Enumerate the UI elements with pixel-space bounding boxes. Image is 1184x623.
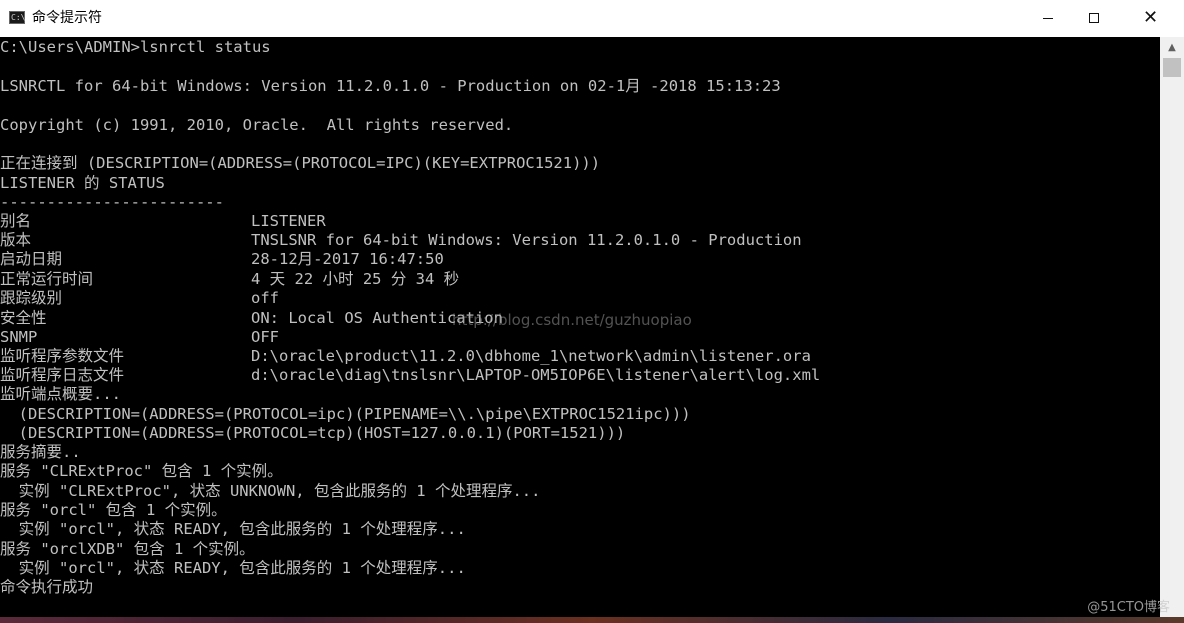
scroll-up-arrow-icon: ▲ — [1168, 41, 1176, 53]
console-line: 服务 "orcl" 包含 1 个实例。 — [0, 501, 227, 519]
console-line: 命令执行成功 — [0, 578, 94, 596]
minimize-button[interactable] — [1025, 0, 1071, 36]
status-label: 正常运行时间 — [0, 270, 94, 288]
blog-watermark: http://blog.csdn.net/guzhuopiao — [452, 311, 692, 329]
status-label: 别名 — [0, 212, 32, 230]
console-line: 实例 "orcl", 状态 READY, 包含此服务的 1 个处理程序... — [0, 559, 466, 577]
title-bar[interactable]: C:\ 命令提示符 ✕ — [0, 0, 1184, 38]
status-value: D:\oracle\product\11.2.0\dbhome_1\networ… — [251, 347, 811, 365]
minimize-icon — [1043, 17, 1053, 19]
status-label: 监听程序参数文件 — [0, 347, 125, 365]
console-line: C:\Users\ADMIN>lsnrctl status — [0, 38, 271, 56]
close-button[interactable]: ✕ — [1117, 0, 1184, 36]
scroll-thumb[interactable] — [1163, 58, 1181, 77]
status-value: OFF — [251, 328, 279, 346]
scroll-up-button[interactable]: ▲ — [1160, 37, 1184, 57]
vertical-scrollbar[interactable]: ▲ — [1160, 37, 1184, 617]
console-line: 实例 "CLRExtProc", 状态 UNKNOWN, 包含此服务的 1 个处… — [0, 482, 541, 500]
status-value: d:\oracle\diag\tnslsnr\LAPTOP-OM5IOP6E\l… — [251, 366, 821, 384]
console-output[interactable]: C:\Users\ADMIN>lsnrctl status LSNRCTL fo… — [0, 37, 1160, 617]
status-label: 启动日期 — [0, 250, 63, 268]
status-label: 安全性 — [0, 309, 47, 327]
status-value: LISTENER — [251, 212, 326, 230]
maximize-button[interactable] — [1071, 0, 1117, 36]
console-line: 实例 "orcl", 状态 READY, 包含此服务的 1 个处理程序... — [0, 520, 466, 538]
console-line: 服务 "orclXDB" 包含 1 个实例。 — [0, 540, 255, 558]
status-label: 监听程序日志文件 — [0, 366, 125, 384]
desktop-background-strip — [0, 617, 1184, 623]
console-line: LISTENER 的 STATUS — [0, 174, 165, 192]
console-line: (DESCRIPTION=(ADDRESS=(PROTOCOL=tcp)(HOS… — [0, 424, 626, 442]
close-icon: ✕ — [1142, 7, 1159, 28]
corner-watermark: @51CTO博客 — [1087, 600, 1170, 615]
status-label: SNMP — [0, 328, 38, 346]
status-value: TNSLSNR for 64-bit Windows: Version 11.2… — [251, 231, 802, 249]
cmd-icon[interactable]: C:\ — [9, 11, 25, 24]
console-line: 服务摘要.. — [0, 443, 81, 461]
console-line: 服务 "CLRExtProc" 包含 1 个实例。 — [0, 462, 283, 480]
status-label: 版本 — [0, 231, 32, 249]
console-line: LSNRCTL for 64-bit Windows: Version 11.2… — [0, 77, 781, 95]
console-line: 监听端点概要... — [0, 385, 121, 403]
status-value: 4 天 22 小时 25 分 34 秒 — [251, 270, 460, 288]
console-line: ------------------------ — [0, 193, 224, 211]
console-line: 正在连接到 (DESCRIPTION=(ADDRESS=(PROTOCOL=IP… — [0, 154, 601, 172]
window-title: 命令提示符 — [32, 10, 102, 26]
status-value: off — [251, 289, 279, 307]
maximize-icon — [1089, 13, 1099, 23]
cmd-icon-glyph: C:\ — [11, 13, 26, 22]
command-prompt-window: C:\ 命令提示符 ✕ C:\Users\ADMIN>lsnrctl statu… — [0, 0, 1184, 623]
status-value: 28-12月-2017 16:47:50 — [251, 250, 444, 268]
console-line: (DESCRIPTION=(ADDRESS=(PROTOCOL=ipc)(PIP… — [0, 405, 691, 423]
console-line: Copyright (c) 1991, 2010, Oracle. All ri… — [0, 116, 514, 134]
status-label: 跟踪级别 — [0, 289, 63, 307]
